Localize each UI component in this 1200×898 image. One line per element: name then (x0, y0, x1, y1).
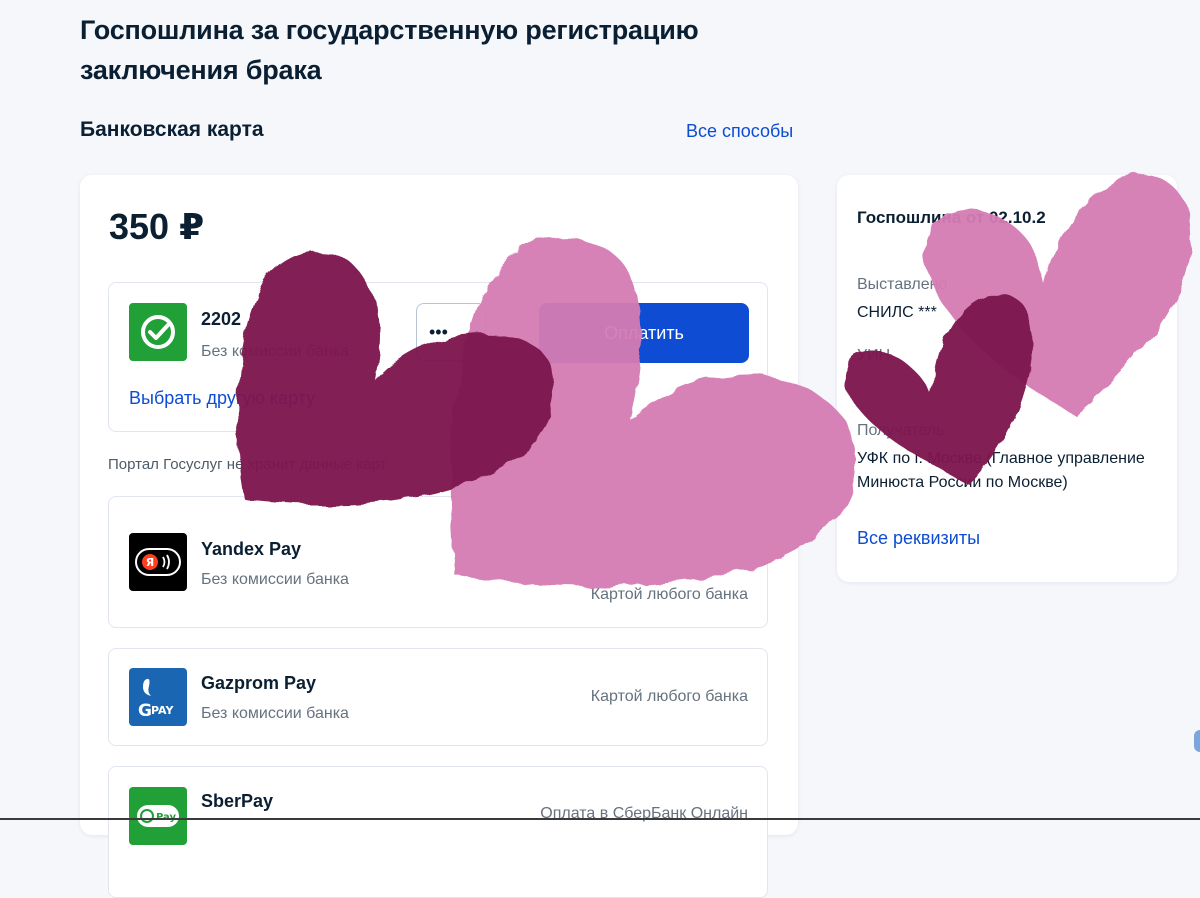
method-right-text: Оплата в СберБанк Онлайн (540, 805, 748, 822)
snils-value: СНИЛС *** (857, 304, 937, 321)
saved-card-box: 2202 Без комиссии банка Выбрать другую к… (108, 282, 768, 432)
svg-text:Я: Я (146, 556, 154, 569)
pay-button[interactable]: Оплатить (539, 303, 749, 363)
gazprom-pay-icon: G PAY (129, 668, 187, 726)
method-name: Gazprom Pay (201, 673, 317, 693)
edge-decoration (1194, 730, 1200, 752)
uin-label: УИН (857, 347, 891, 364)
method-gazprom-pay[interactable]: G PAY Gazprom Pay Без комиссии банка Кар… (108, 648, 768, 746)
method-right-text: Картой любого банка (590, 586, 748, 603)
cvc-input[interactable] (416, 303, 486, 361)
portal-note: Портал Госуслуг не хранит данные карт (108, 456, 387, 473)
sberpay-icon: Pay (129, 787, 187, 845)
all-methods-link[interactable]: Все способы (686, 119, 793, 143)
card-number: 2202 (201, 309, 242, 329)
details-title: Госпошлина от 02.10.2 (857, 208, 1046, 227)
method-name: Yandex Pay (201, 539, 302, 559)
method-right-text: Картой любого банка (590, 688, 748, 705)
page-title: Госпошлина за государственную регистраци… (80, 15, 699, 85)
amount: 350 ₽ (109, 206, 205, 247)
yandex-pay-icon: Я (129, 533, 187, 591)
details-card: Госпошлина от 02.10.2 Выставлено СНИЛС *… (837, 175, 1177, 582)
issued-label: Выставлено (857, 276, 948, 293)
choose-other-card-link[interactable]: Выбрать другую карту (129, 386, 315, 410)
method-yandex-pay[interactable]: Я Yandex Pay Без комиссии банка Картой л… (108, 496, 768, 628)
payment-card: 350 ₽ 2202 Без комиссии банка Выбрать др… (80, 175, 798, 898)
card-subtitle: Без комиссии банка (201, 343, 349, 360)
svg-text:PAY: PAY (151, 704, 175, 717)
sber-check-icon (141, 315, 175, 349)
sber-logo (129, 303, 187, 361)
method-name: SberPay (201, 791, 274, 811)
recipient-label: Получатель (857, 422, 945, 439)
method-subtitle: Без комиссии банка (201, 571, 349, 588)
method-subtitle: Без комиссии банка (201, 705, 349, 722)
svg-text:G: G (138, 701, 152, 721)
all-requisites-link[interactable]: Все реквизиты (857, 526, 980, 550)
recipient-value: УФК по г. Москве (Главное управление Мин… (857, 450, 1145, 491)
section-title: Банковская карта (80, 118, 264, 141)
method-sberpay[interactable]: Pay SberPay Оплата в СберБанк Онлайн (108, 766, 768, 898)
